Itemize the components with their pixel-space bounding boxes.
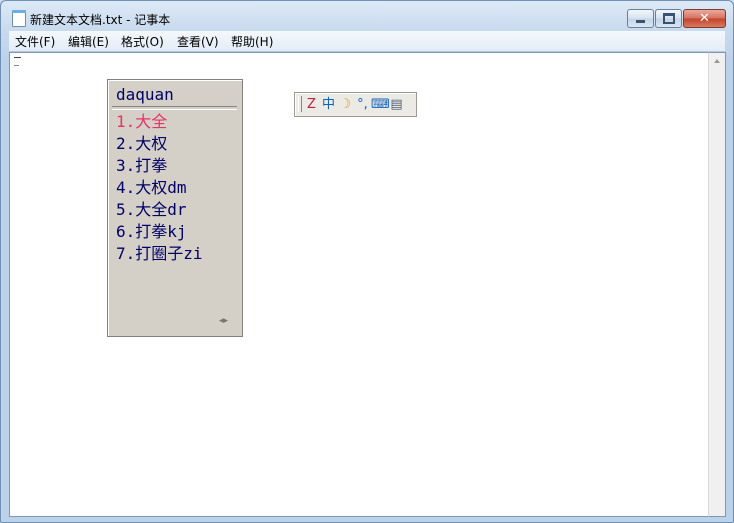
menu-file[interactable]: 文件(F) — [15, 33, 55, 50]
menu-edit[interactable]: 编辑(E) — [68, 33, 109, 50]
window-title: 新建文本文档.txt - 记事本 — [30, 13, 171, 27]
candidate-page-arrows-icon[interactable]: ◂▸ — [219, 316, 228, 326]
candidate-item[interactable]: 2.大权 — [116, 133, 203, 155]
scroll-up-arrow-icon[interactable] — [714, 59, 720, 63]
menu-view[interactable]: 查看(V) — [177, 33, 219, 50]
vertical-scrollbar[interactable] — [708, 52, 726, 517]
candidate-item[interactable]: 6.打拳kj — [116, 221, 203, 243]
punctuation-icon[interactable]: °, — [354, 96, 371, 113]
minimize-button[interactable] — [627, 9, 654, 28]
settings-menu-icon[interactable]: ▤ — [388, 96, 405, 113]
ime-composition-text: daquan — [116, 85, 174, 104]
ime-candidate-window: daquan 1.大全 2.大权 3.打拳 4.大权dm 5.大全dr 6.打拳… — [107, 79, 243, 337]
menu-format[interactable]: 格式(O) — [121, 33, 164, 50]
soft-keyboard-icon[interactable]: ⌨ — [371, 96, 390, 113]
candidate-list: 1.大全 2.大权 3.打拳 4.大权dm 5.大全dr 6.打拳kj 7.打圈… — [116, 111, 203, 265]
window-controls: ✕ — [626, 9, 726, 28]
title-bar[interactable]: 新建文本文档.txt - 记事本 ✕ — [1, 1, 733, 31]
close-icon: ✕ — [699, 11, 710, 26]
maximize-icon — [662, 13, 675, 24]
notepad-app-icon[interactable] — [12, 10, 26, 27]
composition-underline — [14, 65, 19, 66]
menu-help[interactable]: 帮助(H) — [231, 33, 273, 50]
maximize-button[interactable] — [655, 9, 682, 28]
candidate-item[interactable]: 5.大全dr — [116, 199, 203, 221]
close-button[interactable]: ✕ — [683, 9, 726, 28]
candidate-item[interactable]: 7.打圈子zi — [116, 243, 203, 265]
candidate-item[interactable]: 3.打拳 — [116, 155, 203, 177]
half-width-moon-icon[interactable]: ☽ — [337, 96, 354, 113]
toolbar-drag-handle[interactable] — [298, 96, 302, 112]
ime-status-toolbar: Z 中 ☽ °, ⌨ ▤ — [294, 92, 417, 117]
toolbar-icons: Z 中 ☽ °, ⌨ ▤ — [303, 96, 405, 113]
minimize-icon — [636, 19, 645, 23]
candidate-item[interactable]: 1.大全 — [116, 111, 203, 133]
chinese-mode-icon[interactable]: 中 — [320, 96, 337, 113]
text-caret — [14, 57, 21, 58]
candidate-item[interactable]: 4.大权dm — [116, 177, 203, 199]
menu-bar: 文件(F) 编辑(E) 格式(O) 查看(V) 帮助(H) — [9, 31, 725, 52]
ime-logo-icon[interactable]: Z — [303, 96, 320, 113]
candidate-divider — [112, 106, 237, 110]
